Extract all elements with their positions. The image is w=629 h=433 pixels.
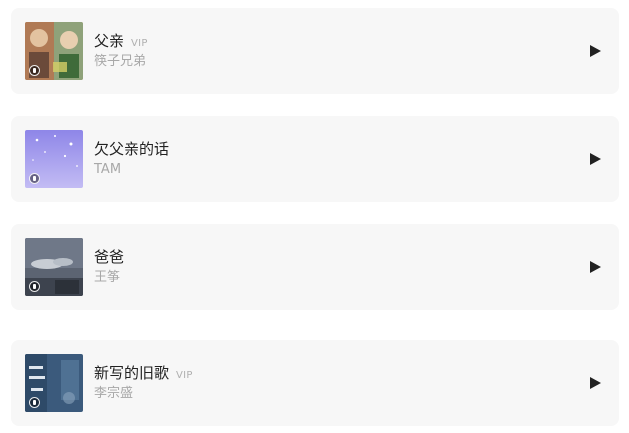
song-item-3[interactable]: 爸爸 王筝	[11, 224, 619, 310]
song-list: 父亲 VIP 筷子兄弟 欠父亲的话 TAM 爸爸 王筝 新写的旧歌 VIP 李宗…	[0, 0, 629, 433]
title-row: 爸爸	[94, 247, 131, 267]
vip-badge: VIP	[176, 370, 193, 381]
song-artist: 王筝	[94, 270, 121, 285]
album-cover[interactable]	[25, 130, 83, 188]
song-artist: TAM	[94, 162, 122, 177]
play-icon[interactable]	[588, 260, 602, 274]
music-badge-icon	[29, 397, 40, 408]
music-badge-icon	[29, 65, 40, 76]
song-title: 爸爸	[94, 248, 125, 266]
song-title: 新写的旧歌	[94, 364, 170, 382]
song-artist: 筷子兄弟	[94, 54, 147, 69]
play-icon[interactable]	[588, 152, 602, 166]
play-icon[interactable]	[588, 44, 602, 58]
song-item-2[interactable]: 欠父亲的话 TAM	[11, 116, 619, 202]
song-title: 父亲	[94, 32, 125, 50]
song-title: 欠父亲的话	[94, 140, 170, 158]
album-cover[interactable]	[25, 238, 83, 296]
title-row: 欠父亲的话	[94, 139, 176, 159]
vip-badge: VIP	[131, 38, 148, 49]
title-row: 新写的旧歌 VIP	[94, 363, 193, 383]
album-cover[interactable]	[25, 354, 83, 412]
music-badge-icon	[29, 173, 40, 184]
play-icon[interactable]	[588, 376, 602, 390]
title-row: 父亲 VIP	[94, 31, 148, 51]
song-item-1[interactable]: 父亲 VIP 筷子兄弟	[11, 8, 619, 94]
song-artist: 李宗盛	[94, 386, 134, 401]
music-badge-icon	[29, 281, 40, 292]
album-cover[interactable]	[25, 22, 83, 80]
song-item-4[interactable]: 新写的旧歌 VIP 李宗盛	[11, 340, 619, 426]
